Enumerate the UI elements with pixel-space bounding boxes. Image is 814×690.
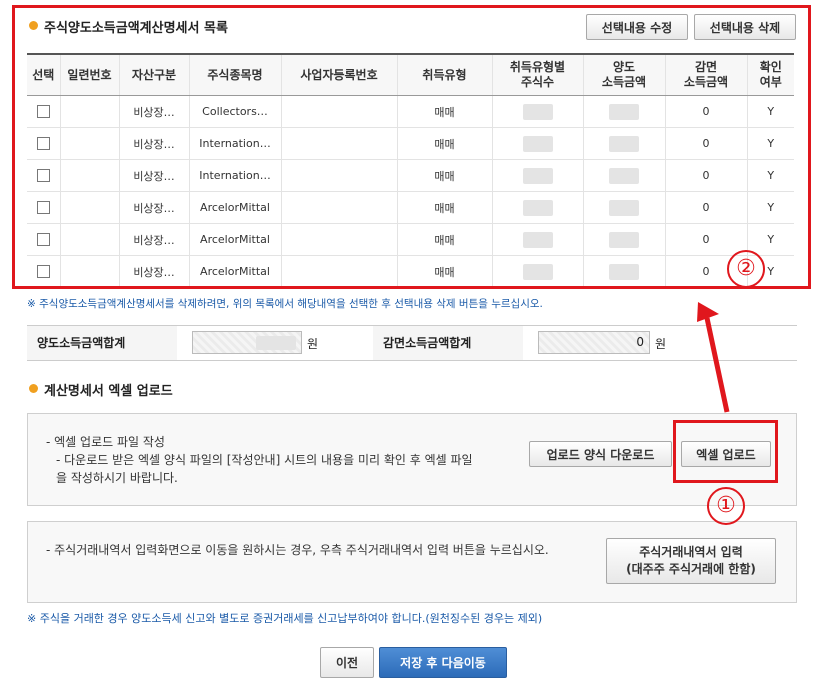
annotation-arrow (697, 302, 730, 413)
